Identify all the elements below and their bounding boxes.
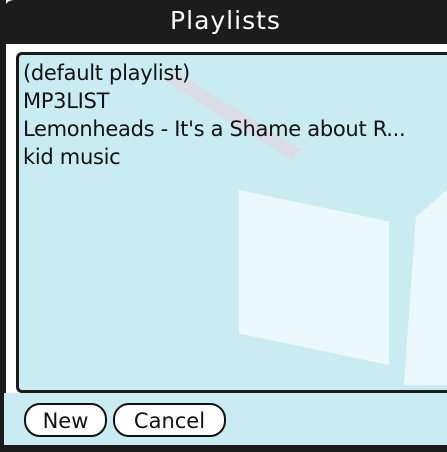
playlist-item[interactable]: MP3LIST bbox=[23, 87, 447, 115]
cancel-button[interactable]: Cancel bbox=[113, 403, 226, 437]
new-button[interactable]: New bbox=[24, 403, 107, 437]
watermark-book-right bbox=[404, 175, 447, 385]
window-bottom-edge bbox=[0, 445, 447, 452]
playlist-list[interactable]: (default playlist) MP3LIST Lemonheads - … bbox=[23, 59, 447, 171]
window-edge bbox=[0, 0, 6, 452]
watermark-book-left bbox=[239, 190, 389, 365]
playlist-item[interactable]: (default playlist) bbox=[23, 59, 447, 87]
playlist-item[interactable]: kid music bbox=[23, 143, 447, 171]
playlist-list-panel[interactable]: (default playlist) MP3LIST Lemonheads - … bbox=[16, 52, 447, 393]
playlists-dialog: Playlists (default playlist) MP3LIST Lem… bbox=[0, 0, 447, 452]
dialog-title: Playlists bbox=[4, 0, 447, 44]
playlist-item[interactable]: Lemonheads - It's a Shame about R... bbox=[23, 115, 447, 143]
